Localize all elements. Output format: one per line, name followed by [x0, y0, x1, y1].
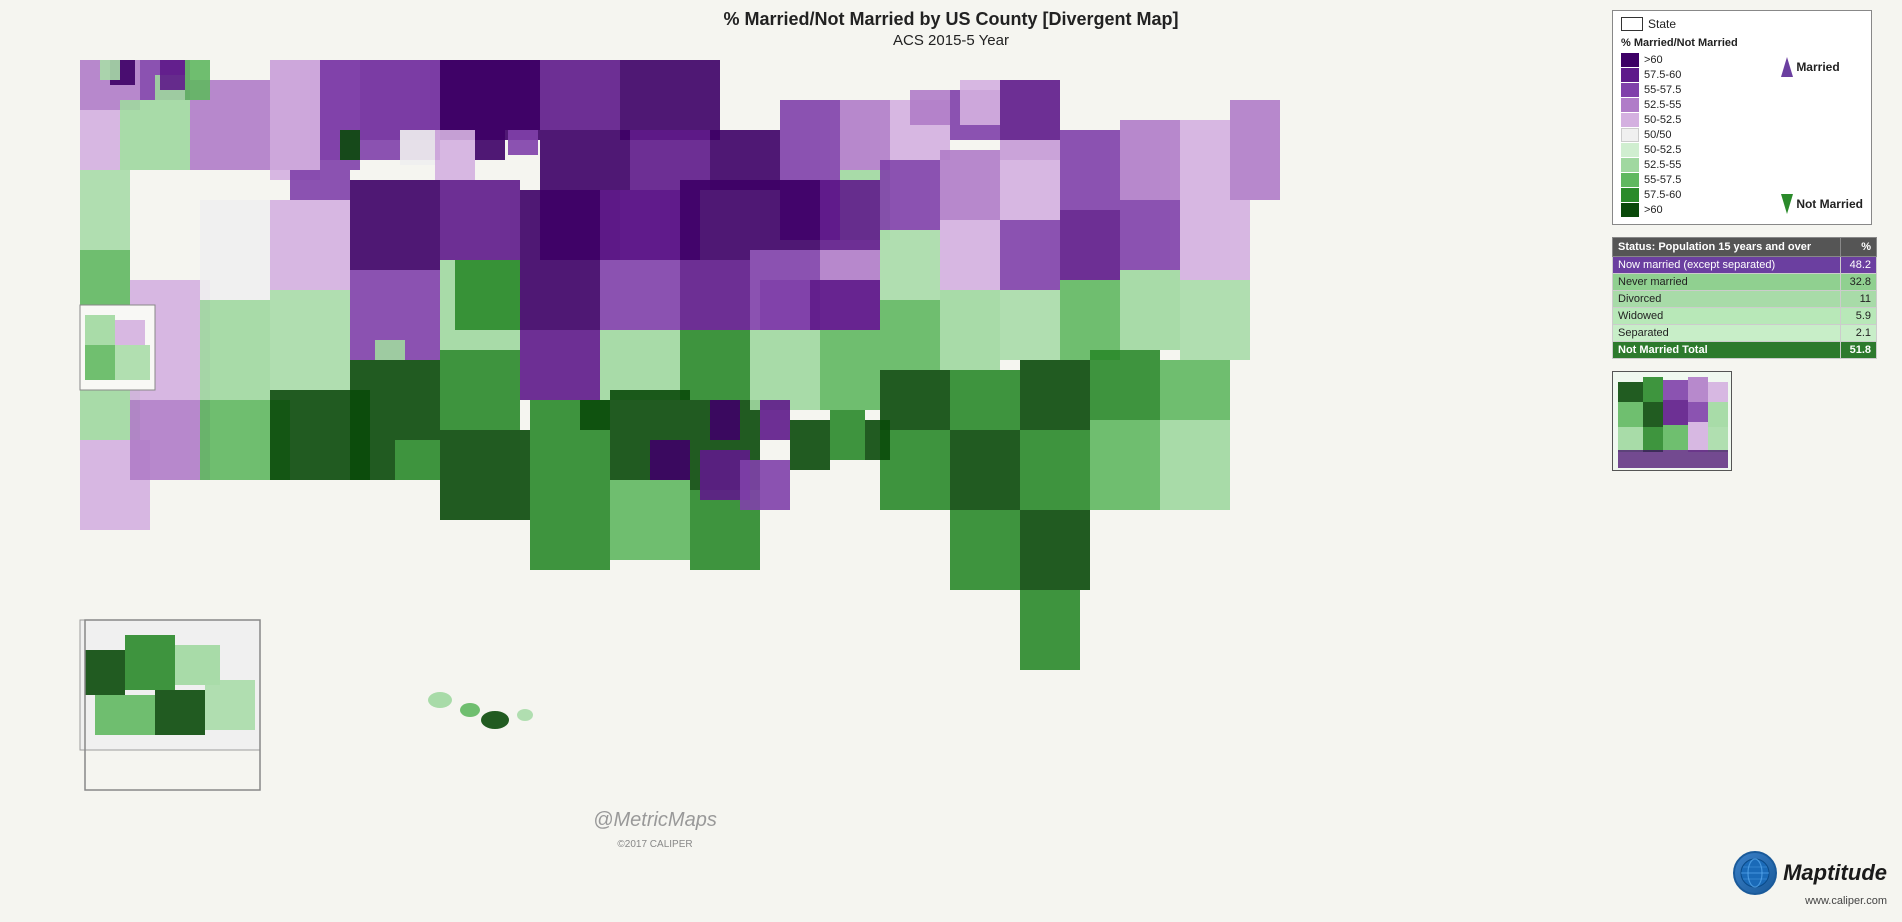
maptitude-logo: Maptitude www.caliper.com	[1733, 851, 1887, 907]
main-title: % Married/Not Married by US County [Dive…	[0, 8, 1902, 31]
status-value: 32.8	[1840, 274, 1876, 291]
legend-row-gt60-notmarried: >60	[1621, 203, 1777, 217]
status-value: 11	[1840, 291, 1876, 308]
legend-row-55-575-married: 55-57.5	[1621, 83, 1777, 97]
status-col2-header: %	[1840, 238, 1876, 257]
legend-label-50-525-married: 50-52.5	[1644, 114, 1681, 126]
inset-map-ne-svg	[1613, 372, 1732, 471]
right-panel: State % Married/Not Married >60	[1607, 0, 1902, 922]
table-row: Now married (except separated)48.2	[1613, 257, 1877, 274]
legend-label-55-575-nm: 55-57.5	[1644, 174, 1681, 186]
copyright: ©2017 CALIPER	[617, 839, 692, 850]
legend-color-gt60-nm	[1621, 203, 1639, 217]
married-items: >60 57.5-60 55-57.5 52.5-55	[1621, 53, 1777, 127]
globe-icon	[1733, 851, 1777, 895]
status-label: Divorced	[1613, 291, 1841, 308]
legend-label-525-55: 52.5-55	[1644, 99, 1681, 111]
legend-label-gt60-married: >60	[1644, 54, 1663, 66]
inset-map-ne	[1612, 371, 1732, 471]
legend-row-575-60-married: 57.5-60	[1621, 68, 1777, 82]
table-row: Not Married Total51.8	[1613, 342, 1877, 359]
legend-color-gt60-married	[1621, 53, 1639, 67]
globe-svg	[1739, 857, 1771, 889]
legend-row-575-60-notmarried: 57.5-60	[1621, 188, 1777, 202]
not-married-items: 50-52.5 52.5-55 55-57.5 57.5-60	[1621, 143, 1777, 217]
married-arrow-group: Married	[1781, 55, 1863, 77]
status-label: Not Married Total	[1613, 342, 1841, 359]
legend-label-50-525-nm: 50-52.5	[1644, 144, 1681, 156]
status-label: Separated	[1613, 325, 1841, 342]
legend-row-55-575-notmarried: 55-57.5	[1621, 173, 1777, 187]
table-row: Separated2.1	[1613, 325, 1877, 342]
legend-row-525-55-notmarried: 52.5-55	[1621, 158, 1777, 172]
table-row: Never married32.8	[1613, 274, 1877, 291]
legend-row-gt60-married: >60	[1621, 53, 1777, 67]
legend-color-55-575	[1621, 83, 1639, 97]
status-label: Never married	[1613, 274, 1841, 291]
up-arrow-icon	[1781, 57, 1793, 77]
legend-label-gt60-nm: >60	[1644, 204, 1663, 216]
status-value: 5.9	[1840, 308, 1876, 325]
legend-row-50-525-married: 50-52.5	[1621, 113, 1777, 127]
caliper-url: www.caliper.com	[1805, 895, 1887, 907]
legend-label-575-60: 57.5-60	[1644, 69, 1681, 81]
maptitude-branding: Maptitude	[1733, 851, 1887, 895]
married-arrow: Married	[1781, 57, 1839, 77]
table-row: Widowed5.9	[1613, 308, 1877, 325]
legend-color-50-525	[1621, 113, 1639, 127]
legend-label-55-575: 55-57.5	[1644, 84, 1681, 96]
us-map-svg	[0, 0, 1310, 922]
watermark: @MetricMaps	[593, 809, 717, 832]
legend-color-525-55	[1621, 98, 1639, 112]
legend-row-50-525-notmarried: 50-52.5	[1621, 143, 1777, 157]
legend-color-575-60	[1621, 68, 1639, 82]
status-label: Widowed	[1613, 308, 1841, 325]
status-table: Status: Population 15 years and over % N…	[1612, 237, 1877, 359]
legend-arrows: Married Not Married	[1781, 53, 1863, 218]
status-tbody: Now married (except separated)48.2Never …	[1613, 257, 1877, 359]
legend-color-5050	[1621, 128, 1639, 142]
map-area: @MetricMaps ©2017 CALIPER	[0, 0, 1310, 922]
not-married-arrow-group: Not Married	[1781, 194, 1863, 216]
legend-colors-column: >60 57.5-60 55-57.5 52.5-55	[1621, 53, 1777, 218]
legend-row-525-55-married: 52.5-55	[1621, 98, 1777, 112]
status-value: 2.1	[1840, 325, 1876, 342]
married-label: Married	[1796, 60, 1839, 74]
legend-color-50-525-nm	[1621, 143, 1639, 157]
table-row: Divorced11	[1613, 291, 1877, 308]
legend-color-525-55-nm	[1621, 158, 1639, 172]
legend-label-5050: 50/50	[1644, 129, 1672, 141]
status-value: 48.2	[1840, 257, 1876, 274]
legend-label-525-55-nm: 52.5-55	[1644, 159, 1681, 171]
legend-color-55-575-nm	[1621, 173, 1639, 187]
main-container: % Married/Not Married by US County [Dive…	[0, 0, 1902, 922]
down-arrow-icon	[1781, 194, 1793, 214]
legend-row-5050: 50/50	[1621, 128, 1777, 142]
status-label: Now married (except separated)	[1613, 257, 1841, 274]
legend-label-575-60-nm: 57.5-60	[1644, 189, 1681, 201]
title-block: % Married/Not Married by US County [Dive…	[0, 8, 1902, 51]
maptitude-name: Maptitude	[1783, 860, 1887, 886]
legend-color-575-60-nm	[1621, 188, 1639, 202]
status-col1-header: Status: Population 15 years and over	[1613, 238, 1841, 257]
not-married-label: Not Married	[1796, 197, 1863, 211]
subtitle: ACS 2015-5 Year	[0, 31, 1902, 51]
not-married-arrow: Not Married	[1781, 194, 1863, 214]
status-value: 51.8	[1840, 342, 1876, 359]
